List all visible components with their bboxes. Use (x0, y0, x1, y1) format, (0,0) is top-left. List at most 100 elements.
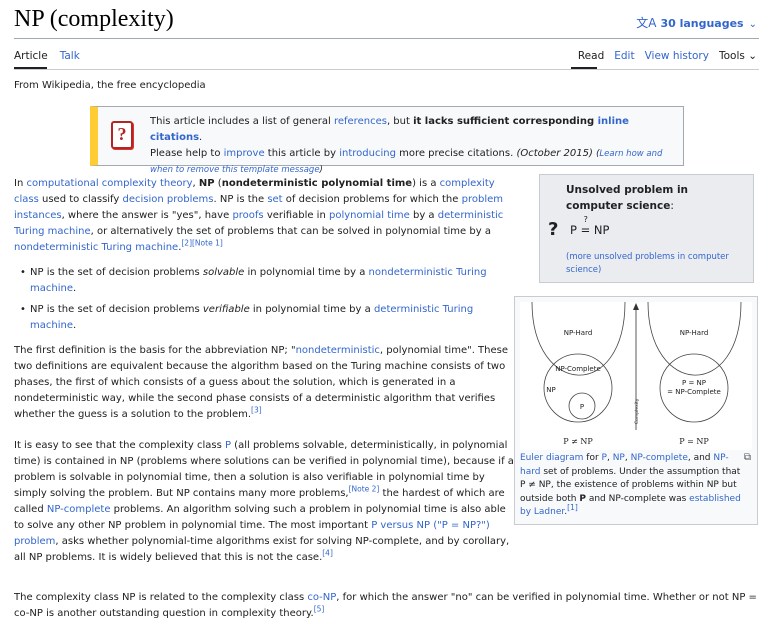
bold-text: P (579, 493, 586, 504)
text: The complexity class NP is related to th… (14, 592, 308, 603)
chevron-down-icon: ⌄ (748, 50, 757, 62)
tabs-divider (14, 69, 759, 70)
label-p-equals-np: P = NP (682, 379, 706, 387)
tab-view-history[interactable]: View history (645, 50, 709, 62)
link-nondeterministic-turing-machine[interactable]: nondeterministic Turing machine (14, 242, 178, 253)
text: , asks whether polynomial-time algorithm… (14, 536, 510, 563)
citation-1[interactable]: [1] (567, 503, 578, 512)
notice-text-part: , but (386, 116, 414, 127)
unsolved-problem-box: Unsolved problem in computer science: ? … (539, 174, 754, 283)
notice-help-paren: ) (319, 165, 323, 175)
chevron-down-icon: ⌄ (748, 19, 757, 30)
tools-label: Tools (718, 50, 745, 62)
citation-4[interactable]: [4] (322, 549, 333, 558)
tab-talk[interactable]: Talk (60, 50, 80, 62)
text: verifiable in (263, 210, 329, 221)
link-polynomial-time[interactable]: polynomial time (329, 210, 410, 221)
tab-article[interactable]: Article (14, 50, 48, 62)
euler-diagram-figure: NP-Hard NP-Complete NP P P ≠ NP Complexi… (514, 296, 758, 525)
citation-2[interactable]: [2] (181, 239, 192, 248)
notice-bold: it lacks sufficient corresponding (413, 116, 598, 127)
equation-rhs: NP (593, 223, 610, 237)
text: of decision problems for which the (282, 194, 462, 205)
equation-lhs: P (570, 223, 577, 237)
text: ( (214, 178, 222, 189)
list-item: NP is the set of decision problems solva… (20, 265, 510, 297)
text: . (72, 320, 77, 331)
link-set[interactable]: set (267, 194, 282, 205)
text: . (72, 283, 77, 294)
italic-text: solvable (202, 267, 245, 278)
label-np-complete-left: NP-Complete (555, 365, 601, 373)
languages-button[interactable]: 文A 30 languages ⌄ (636, 14, 757, 31)
text: NP is the set of decision problems (30, 267, 203, 278)
text: ) is a (412, 178, 440, 189)
notice-text-part: more precise citations. (395, 148, 517, 159)
link-nondeterministic[interactable]: nondeterministic (296, 345, 380, 356)
notice-text-part: This article includes a list of general (150, 116, 334, 127)
link-np-complete[interactable]: NP-complete (631, 453, 688, 463)
link-np[interactable]: NP (613, 453, 625, 463)
enlarge-icon[interactable]: ⧉ (744, 452, 751, 463)
notice-date: (October 2015) (516, 148, 593, 159)
namespace-tabs: Article Talk (14, 50, 92, 62)
intro-paragraph: In computational complexity theory, NP (… (14, 176, 509, 256)
text: and NP-complete was (585, 493, 690, 504)
tab-read[interactable]: Read (578, 50, 604, 62)
list-item: NP is the set of decision problems verif… (20, 302, 510, 334)
label-p-left: P (580, 403, 584, 411)
citation-notice: ? This article includes a list of genera… (90, 106, 684, 175)
unsolved-colon: : (670, 200, 674, 212)
link-introducing[interactable]: introducing (339, 148, 396, 159)
label-np-hard-left: NP-Hard (564, 329, 593, 337)
citation-5[interactable]: [5] (314, 605, 325, 614)
link-np-complete[interactable]: NP-complete (47, 504, 111, 515)
text: for (583, 453, 602, 463)
link-euler-diagram[interactable]: Euler diagram (520, 453, 583, 463)
link-co-np[interactable]: co-NP (307, 592, 336, 603)
bold-text: NP (198, 178, 215, 189)
link-more-unsolved-problems[interactable]: (more unsolved problems in computer scie… (566, 251, 743, 277)
notice-text-part: this article by (264, 148, 340, 159)
notice-text: This article includes a list of general … (150, 114, 675, 178)
axis-label: Complexity (634, 398, 640, 424)
notice-text-part: . (199, 132, 203, 143)
label-equals-np-complete: = NP-Complete (667, 388, 721, 396)
equation-qm: ? (583, 215, 588, 224)
link-references[interactable]: references (334, 116, 387, 127)
link-decision-problems[interactable]: decision problems (123, 194, 214, 205)
figure-caption: Euler diagram for P, NP, NP-complete, an… (520, 452, 746, 520)
tools-menu[interactable]: Tools ⌄ (719, 50, 757, 62)
text: used to classify (38, 194, 123, 205)
question-book-icon: ? (111, 121, 133, 149)
question-equals: ? = (580, 215, 591, 237)
link-computational-complexity-theory[interactable]: computational complexity theory (26, 178, 192, 189)
italic-text: verifiable (202, 304, 250, 315)
label-np-hard-right: NP-Hard (680, 329, 709, 337)
unsolved-heading: Unsolved problem in computer science: (566, 182, 745, 214)
tab-edit[interactable]: Edit (614, 50, 634, 62)
link-improve[interactable]: improve (224, 148, 265, 159)
link-proofs[interactable]: proofs (232, 210, 263, 221)
text: by a (409, 210, 438, 221)
text: , and (687, 453, 714, 463)
paragraph-p-in-np: It is easy to see that the complexity cl… (14, 438, 514, 566)
text: , or alternatively the set of problems t… (90, 226, 491, 237)
bold-text: nondeterministic polynomial time (221, 178, 413, 189)
text: NP is the set of decision problems (30, 304, 203, 315)
paragraph-co-np: The complexity class NP is related to th… (14, 590, 759, 622)
text: In (14, 178, 27, 189)
paragraph-definition: The first definition is the basis for th… (14, 343, 509, 423)
text: The first definition is the basis for th… (14, 345, 296, 356)
p-np-equation: P ? = NP (570, 215, 610, 237)
text: in polynomial time by a (244, 267, 369, 278)
citation-3[interactable]: [3] (251, 406, 262, 415)
notice-text-part: Please help to (150, 148, 224, 159)
page-title: NP (complexity) (14, 6, 174, 32)
text: in polynomial time by a (249, 304, 374, 315)
caption-right-panel: P = NP (679, 437, 709, 446)
note-2[interactable]: [Note 2] (349, 485, 380, 494)
note-1[interactable]: [Note 1] (192, 239, 223, 248)
euler-diagram[interactable]: NP-Hard NP-Complete NP P P ≠ NP Complexi… (520, 302, 752, 450)
translate-icon: 文A (636, 16, 657, 30)
